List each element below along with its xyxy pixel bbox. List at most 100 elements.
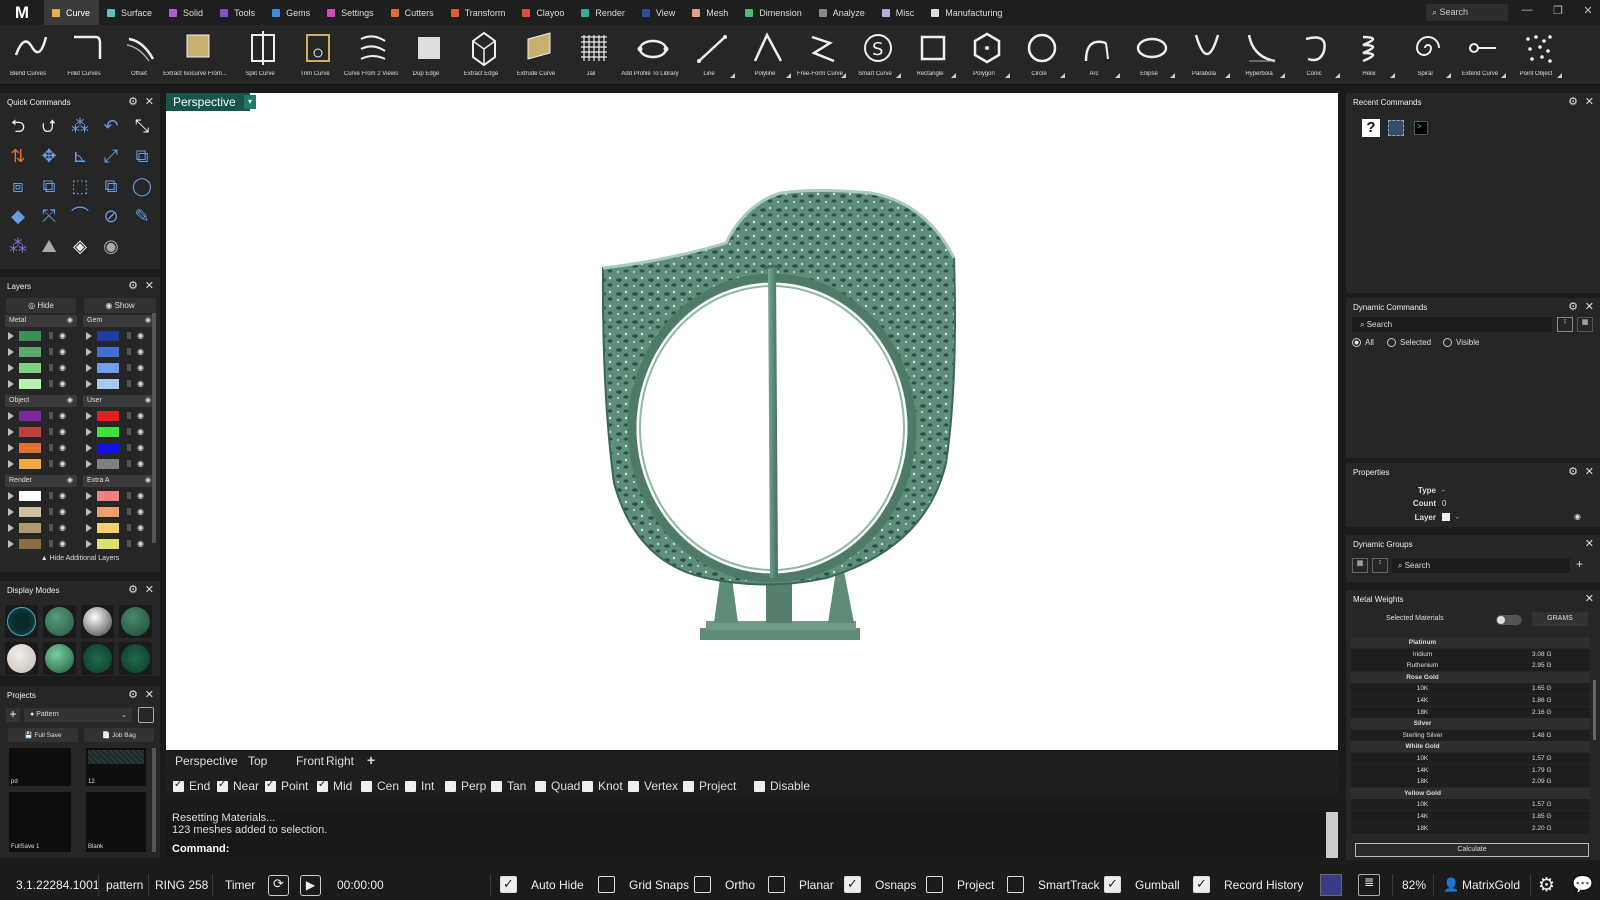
lock-icon[interactable]: [49, 444, 53, 451]
lock-icon[interactable]: [127, 364, 131, 371]
eye-icon[interactable]: ◉: [67, 396, 73, 404]
tool-polygon[interactable]: Polygon: [956, 25, 1012, 85]
expand-arrow-icon[interactable]: [8, 428, 14, 436]
checkbox-icon[interactable]: [317, 779, 328, 792]
lock-icon[interactable]: [49, 412, 53, 419]
quick-command-icon[interactable]: ⊘: [99, 204, 123, 228]
layer-row[interactable]: ◉: [83, 409, 155, 423]
sort-icon[interactable]: ↕: [1372, 558, 1388, 573]
checkbox-icon[interactable]: [217, 779, 228, 792]
wireframe-mode-icon[interactable]: [5, 605, 38, 638]
quick-command-icon[interactable]: ◆: [6, 204, 30, 228]
layer-row[interactable]: ◉: [83, 377, 155, 391]
layer-group-header[interactable]: User ◉: [83, 395, 155, 407]
eye-icon[interactable]: ◉: [145, 316, 151, 324]
quick-command-icon[interactable]: ⤢: [99, 144, 123, 168]
quick-command-icon[interactable]: ◉: [99, 234, 123, 258]
eye-icon[interactable]: ◉: [59, 443, 66, 452]
global-search-input[interactable]: ⌕ Search: [1426, 4, 1508, 21]
layer-color-swatch[interactable]: [19, 411, 41, 421]
layer-color-swatch[interactable]: [19, 427, 41, 437]
eye-icon[interactable]: ◉: [67, 316, 73, 324]
menu-tab-cutters[interactable]: Cutters: [383, 0, 443, 25]
expand-arrow-icon[interactable]: [8, 444, 14, 452]
project-thumb[interactable]: Blank: [86, 792, 146, 852]
tool-ellipse[interactable]: Ellipse: [1121, 25, 1177, 85]
quick-command-icon[interactable]: ⧉: [130, 144, 154, 168]
layer-row[interactable]: ◉: [83, 457, 155, 471]
tool-extend-curve[interactable]: Extend Curve: [1452, 25, 1508, 85]
menu-tab-solid[interactable]: Solid: [161, 0, 212, 25]
tool-arc[interactable]: Arc: [1066, 25, 1122, 85]
calendar-icon[interactable]: ▦: [1577, 317, 1593, 332]
expand-arrow-icon[interactable]: [8, 508, 14, 516]
eye-icon[interactable]: ◉: [59, 523, 66, 532]
quick-command-icon[interactable]: ⮌: [6, 114, 30, 138]
layer-group-header[interactable]: Gem ◉: [83, 315, 155, 327]
toggle-auto-hide-checkbox[interactable]: [500, 876, 517, 893]
toggle-grid-snaps-checkbox[interactable]: [598, 876, 615, 893]
layers-scrollbar[interactable]: [152, 313, 156, 543]
hide-layers-button[interactable]: ◎ Hide: [6, 298, 76, 313]
layer-color-swatch[interactable]: [97, 443, 119, 453]
layer-row[interactable]: ◉: [5, 345, 77, 359]
eye-icon[interactable]: ◉: [59, 411, 66, 420]
eye-icon[interactable]: ◉: [59, 491, 66, 500]
expand-arrow-icon[interactable]: [86, 444, 92, 452]
project-select[interactable]: ● Pattern ⌄: [24, 708, 132, 722]
command-scrollbar[interactable]: [1326, 812, 1338, 858]
expand-arrow-icon[interactable]: [86, 412, 92, 420]
lock-icon[interactable]: [49, 332, 53, 339]
layer-group-header[interactable]: Extra A ◉: [83, 475, 155, 487]
menu-tab-tools[interactable]: Tools: [212, 0, 264, 25]
osnap-project[interactable]: Project: [683, 779, 736, 793]
layer-color-swatch[interactable]: [97, 363, 119, 373]
filter-all[interactable]: All: [1352, 338, 1374, 347]
tool-parabola[interactable]: Parabola: [1176, 25, 1232, 85]
quick-command-icon[interactable]: ⁂: [68, 114, 92, 138]
folder-icon[interactable]: [138, 707, 154, 723]
quick-command-icon[interactable]: ⇅: [6, 144, 30, 168]
layer-color-swatch[interactable]: [97, 411, 119, 421]
eye-icon[interactable]: ◉: [67, 476, 73, 484]
user-mode-icon[interactable]: [81, 642, 114, 675]
layer-color-swatch[interactable]: [19, 459, 41, 469]
layer-color-swatch[interactable]: [97, 523, 119, 533]
layer-row[interactable]: ◉: [5, 329, 77, 343]
tool-curve-from-2-views[interactable]: Curve From 2 Views: [343, 25, 399, 85]
eye-icon[interactable]: ◉: [137, 459, 144, 468]
perspective-viewport[interactable]: [166, 93, 1338, 750]
tool-conic[interactable]: Conic: [1286, 25, 1342, 85]
layer-row[interactable]: ◉: [5, 489, 77, 503]
osnap-vertex[interactable]: Vertex: [628, 779, 678, 793]
tool-point-object[interactable]: Point Object: [1508, 25, 1564, 85]
menu-tab-analyze[interactable]: Analyze: [811, 0, 874, 25]
expand-arrow-icon[interactable]: [8, 380, 14, 388]
lock-icon[interactable]: [49, 348, 53, 355]
expand-arrow-icon[interactable]: [86, 492, 92, 500]
unit-button[interactable]: GRAMS: [1532, 612, 1588, 626]
tool-polyline[interactable]: Polyline: [737, 25, 793, 85]
layer-color-swatch[interactable]: [19, 379, 41, 389]
checkbox-icon[interactable]: [628, 780, 639, 792]
tool-extract-edge[interactable]: Extract Edge: [453, 25, 509, 85]
view-tab-front[interactable]: Front: [296, 754, 324, 768]
eye-icon[interactable]: ◉: [137, 539, 144, 548]
expand-arrow-icon[interactable]: [86, 364, 92, 372]
lock-icon[interactable]: [49, 380, 53, 387]
close-icon[interactable]: ✕: [145, 688, 154, 701]
close-icon[interactable]: ✕: [1585, 465, 1594, 478]
quick-command-icon[interactable]: ⮍: [37, 114, 61, 138]
quick-command-icon[interactable]: ⧉: [37, 174, 61, 198]
calculate-button[interactable]: Calculate: [1355, 843, 1589, 857]
layer-row[interactable]: ◉: [5, 505, 77, 519]
flyout-arrow-icon[interactable]: [1557, 73, 1562, 78]
eye-icon[interactable]: ◉: [59, 379, 66, 388]
app-mascot-icon[interactable]: [1320, 874, 1342, 896]
menu-tab-dimension[interactable]: Dimension: [737, 0, 811, 25]
layer-row[interactable]: ◉: [5, 361, 77, 375]
layer-color-swatch[interactable]: [19, 347, 41, 357]
eye-icon[interactable]: ◉: [137, 331, 144, 340]
gear-icon[interactable]: ⚙: [1568, 300, 1578, 313]
settings-gear-icon[interactable]: ⚙: [1538, 874, 1555, 897]
